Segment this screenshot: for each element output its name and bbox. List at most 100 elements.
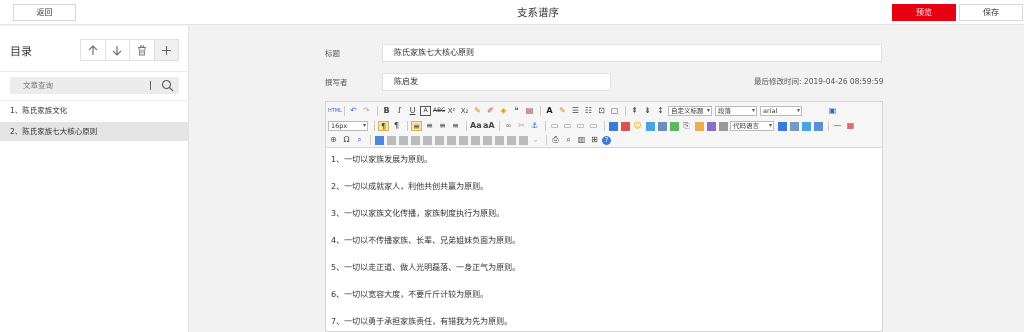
clear-doc-icon[interactable]: ▢ bbox=[609, 106, 620, 116]
delete-col-icon[interactable] bbox=[447, 135, 456, 145]
code-language-select[interactable]: 代码语言 bbox=[730, 121, 774, 131]
add-icon[interactable] bbox=[154, 40, 178, 60]
insert-frame-icon[interactable] bbox=[707, 121, 716, 131]
preview-icon[interactable]: ⌕ bbox=[563, 135, 574, 145]
fullscreen-icon[interactable]: ▣ bbox=[827, 106, 838, 116]
paste-plain-icon[interactable]: ▤ bbox=[524, 106, 535, 116]
delete-row-icon[interactable] bbox=[423, 135, 432, 145]
insert-time-icon[interactable]: ⊕ bbox=[328, 135, 339, 145]
insert-date-icon[interactable]: ▦ bbox=[845, 121, 856, 131]
unlink-icon[interactable]: ✂ bbox=[516, 121, 527, 131]
special-chars-icon[interactable]: Ω bbox=[341, 135, 352, 145]
sidebar-item-2[interactable]: 2、陈氏家族七大核心原则 bbox=[0, 122, 189, 141]
simple-upload-icon[interactable] bbox=[609, 121, 618, 131]
superscript-icon[interactable]: X² bbox=[446, 106, 457, 116]
delete-table-icon[interactable] bbox=[387, 135, 396, 145]
paragraph-select[interactable]: 段落 bbox=[715, 106, 757, 116]
insert-row-icon[interactable] bbox=[411, 135, 420, 145]
print-icon[interactable]: ⎙ bbox=[550, 135, 561, 145]
search-icon[interactable] bbox=[161, 79, 174, 92]
direction-ltr-icon[interactable]: ¶ bbox=[378, 121, 389, 131]
redo-icon[interactable]: ↷ bbox=[361, 106, 372, 116]
background-color-icon[interactable]: ✎ bbox=[557, 106, 568, 116]
clear-format-icon[interactable]: ◈ bbox=[498, 106, 509, 116]
scrawl-icon[interactable] bbox=[646, 121, 655, 131]
drafts-icon[interactable]: ▥ bbox=[576, 135, 587, 145]
to-lowercase-icon[interactable]: aA bbox=[483, 121, 495, 131]
map-icon[interactable] bbox=[695, 121, 704, 131]
format-match-icon[interactable]: ✎ bbox=[472, 106, 483, 116]
merge-right-icon[interactable] bbox=[471, 135, 480, 145]
background-icon[interactable] bbox=[802, 121, 811, 131]
font-family-select[interactable]: arial bbox=[760, 106, 802, 116]
image-float-right-icon[interactable]: ▭ bbox=[575, 121, 586, 131]
source-html-icon[interactable]: HTML bbox=[328, 106, 342, 116]
attachment-icon[interactable]: ⎘ bbox=[681, 121, 692, 131]
unordered-list-icon[interactable]: ☷ bbox=[583, 106, 594, 116]
search-replace-icon[interactable]: ⌕ bbox=[354, 135, 365, 145]
emotion-icon[interactable]: ☺ bbox=[632, 121, 643, 131]
align-left-icon[interactable]: ≡ bbox=[411, 121, 422, 131]
search-input[interactable] bbox=[10, 77, 150, 94]
auto-typeset-icon[interactable]: ✐ bbox=[485, 106, 496, 116]
title-input[interactable]: 陈氏家族七大核心原则 bbox=[382, 44, 882, 62]
delete-icon[interactable] bbox=[130, 40, 155, 60]
toolbar-separator bbox=[499, 121, 500, 131]
preview-button[interactable]: 预览 bbox=[892, 4, 956, 21]
font-border-icon[interactable]: A bbox=[420, 106, 431, 116]
bold-icon[interactable]: B bbox=[381, 106, 392, 116]
font-color-icon[interactable]: A bbox=[544, 106, 555, 116]
custom-title-select[interactable]: 自定义标题 bbox=[668, 106, 712, 116]
author-input[interactable]: 陈启发 bbox=[382, 73, 611, 91]
ordered-list-icon[interactable]: ☰ bbox=[570, 106, 581, 116]
page-break-icon[interactable] bbox=[778, 121, 787, 131]
align-right-icon[interactable]: ≡ bbox=[437, 121, 448, 131]
insert-paragraph-icon[interactable] bbox=[399, 135, 408, 145]
merge-cells-icon[interactable] bbox=[459, 135, 468, 145]
insert-image-icon[interactable] bbox=[621, 121, 630, 131]
save-button[interactable]: 保存 bbox=[959, 4, 1023, 21]
split-cells-icon[interactable] bbox=[495, 135, 504, 145]
blockquote-icon[interactable]: ❝ bbox=[511, 106, 522, 116]
content-line: 4、一切以不传播家族、长辈、兄弟姐妹负面为原则。 bbox=[331, 236, 521, 245]
underline-icon[interactable]: U bbox=[407, 106, 418, 116]
direction-rtl-icon[interactable]: ¶ bbox=[391, 121, 402, 131]
insert-code-icon[interactable] bbox=[719, 121, 728, 131]
subscript-icon[interactable]: X₂ bbox=[459, 106, 470, 116]
align-justify-icon[interactable]: ≡ bbox=[450, 121, 461, 131]
move-down-icon[interactable] bbox=[106, 40, 130, 60]
sidebar-item-1[interactable]: 1、陈氏家族文化 bbox=[0, 101, 189, 120]
help-icon[interactable]: ⊞ bbox=[589, 135, 600, 145]
wordimage-icon[interactable] bbox=[814, 121, 823, 131]
article-search bbox=[10, 77, 179, 94]
chart-icon[interactable]: ⌄ bbox=[530, 135, 541, 145]
horizontal-rule-icon[interactable]: — bbox=[832, 121, 843, 131]
author-label: 撰写者 bbox=[325, 78, 348, 87]
image-float-left-icon[interactable]: ▭ bbox=[562, 121, 573, 131]
move-up-icon[interactable] bbox=[81, 40, 106, 60]
content-line: 5、一切以走正道、做人光明磊落、一身正气为原则。 bbox=[331, 263, 521, 272]
merge-down-icon[interactable] bbox=[483, 135, 492, 145]
anchor-icon[interactable]: ⚓ bbox=[529, 121, 540, 131]
template-icon[interactable] bbox=[790, 121, 799, 131]
image-center-icon[interactable]: ▭ bbox=[588, 121, 599, 131]
line-height-icon[interactable]: ↕ bbox=[655, 106, 666, 116]
row-spacing-top-icon[interactable]: ⇞ bbox=[629, 106, 640, 116]
select-all-icon[interactable]: ⊡ bbox=[596, 106, 607, 116]
link-icon[interactable]: ∞ bbox=[503, 121, 514, 131]
to-uppercase-icon[interactable]: Aa bbox=[470, 121, 482, 131]
question-icon[interactable]: ? bbox=[602, 135, 611, 145]
insert-table-icon[interactable] bbox=[375, 135, 384, 145]
split-cols-icon[interactable] bbox=[519, 135, 528, 145]
image-float-none-icon[interactable]: ▭ bbox=[549, 121, 560, 131]
undo-icon[interactable]: ↶ bbox=[348, 106, 359, 116]
italic-icon[interactable]: I bbox=[394, 106, 405, 116]
font-size-select[interactable]: 16px bbox=[328, 121, 368, 131]
row-spacing-bottom-icon[interactable]: ⇟ bbox=[642, 106, 653, 116]
music-icon[interactable] bbox=[670, 121, 679, 131]
split-rows-icon[interactable] bbox=[507, 135, 516, 145]
strikethrough-icon[interactable]: ABC bbox=[433, 106, 445, 116]
insert-col-icon[interactable] bbox=[435, 135, 444, 145]
insert-video-icon[interactable] bbox=[658, 121, 667, 131]
align-center-icon[interactable]: ≡ bbox=[424, 121, 435, 131]
